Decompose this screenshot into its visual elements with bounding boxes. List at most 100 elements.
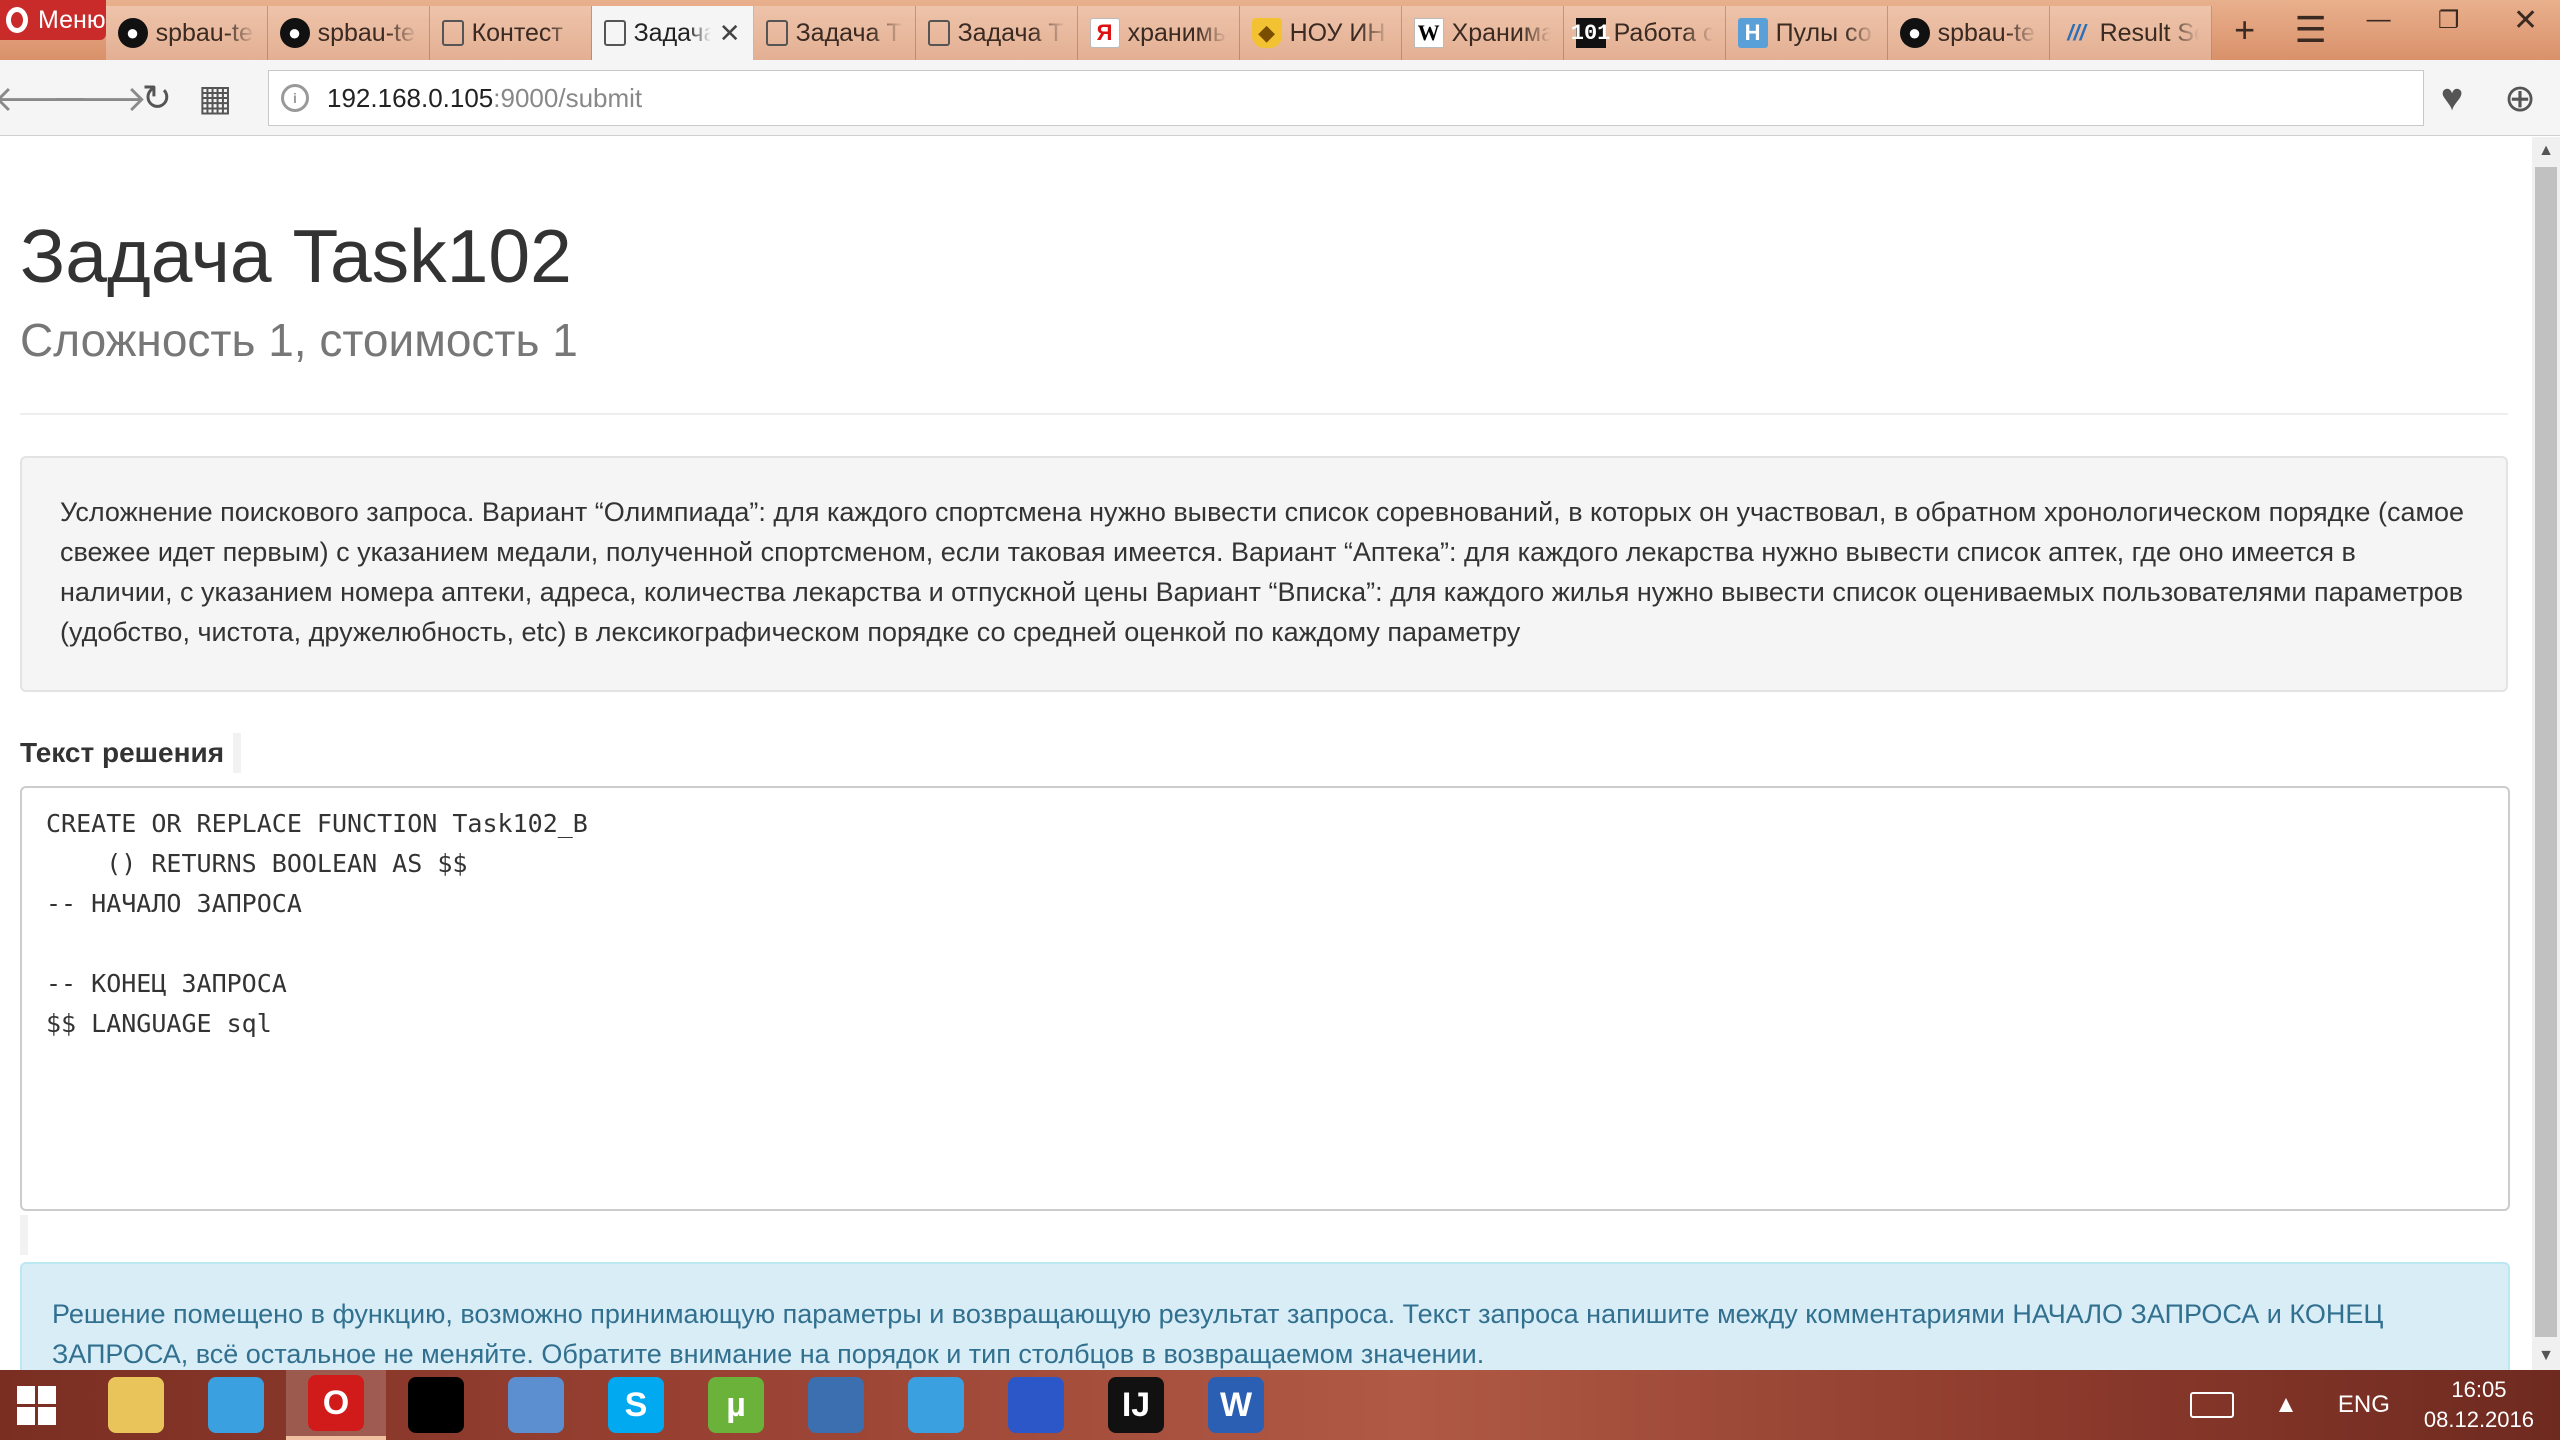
new-tab-icon[interactable]: +: [2212, 0, 2278, 60]
tab-menu-icon[interactable]: ☰: [2278, 0, 2344, 60]
browser-menu-button[interactable]: Меню: [0, 0, 106, 40]
task-description: Усложнение поискового запроса. Вариант “…: [20, 456, 2508, 692]
file-explorer-icon: [108, 1377, 164, 1433]
taskbar-app-windows-logo-app-2[interactable]: [886, 1370, 986, 1440]
show-hidden-icons-icon[interactable]: ▲: [2254, 1391, 2318, 1419]
taskbar-app-terminal[interactable]: [386, 1370, 486, 1440]
tab-6[interactable]: Яхранимы: [1077, 6, 1240, 60]
word-icon: W: [1208, 1377, 1264, 1433]
scroll-up-arrow-icon[interactable]: ▲: [2532, 137, 2560, 165]
language-indicator[interactable]: ENG: [2318, 1391, 2410, 1419]
opera-icon: O: [308, 1375, 364, 1431]
tab-label: НОУ ИН: [1289, 18, 1386, 47]
tab-7[interactable]: ◆ НОУ ИН: [1239, 6, 1402, 60]
tab-3[interactable]: Задача ✕: [591, 6, 754, 60]
taskbar-app-word[interactable]: W: [1186, 1370, 1286, 1440]
url-host: 192.168.0.105: [327, 82, 494, 113]
tab-2[interactable]: Контест: [429, 6, 592, 60]
solution-label: Текст решения: [20, 737, 225, 768]
page-subtitle: Сложность 1, стоимость 1: [20, 314, 578, 366]
tab-label: Контест: [471, 18, 563, 47]
document-icon: [927, 20, 950, 46]
yandex-icon: Я: [1089, 18, 1120, 48]
keyboard-icon[interactable]: [2170, 1392, 2254, 1418]
tab-strip: ● spbau-te ● spbau-te Контест Задача ✕ Задача Т…: [105, 0, 2212, 60]
tab-label: Задача Т: [957, 18, 1064, 47]
opera-logo-icon: [6, 7, 28, 33]
tab-label: spbau-te: [155, 18, 253, 47]
close-tab-icon[interactable]: ✕: [719, 18, 741, 49]
intellij-icon: IJ: [1108, 1377, 1164, 1433]
taskbar-app-intellij[interactable]: IJ: [1086, 1370, 1186, 1440]
github-icon: ●: [117, 18, 148, 48]
tab-label: Работа с: [1613, 18, 1713, 47]
site-info-icon[interactable]: i: [281, 84, 309, 112]
github-icon: ●: [279, 18, 310, 48]
tab-label: хранимы: [1127, 18, 1227, 47]
tab-12[interactable]: /// Result Se: [2049, 6, 2212, 60]
speed-dial-grid-icon[interactable]: ▦: [186, 60, 244, 136]
taskbar-app-file-explorer[interactable]: [86, 1370, 186, 1440]
url-path: :9000/submit: [493, 82, 643, 113]
tab-label: Задача Т: [795, 18, 902, 47]
windows-logo-icon: [16, 1385, 56, 1425]
windows-logo-app-2-icon: [908, 1377, 964, 1433]
download-icon[interactable]: ⊕: [2490, 60, 2550, 136]
menu-label: Меню: [38, 5, 106, 34]
divider: [20, 413, 2508, 415]
tab-0[interactable]: ● spbau-te: [105, 6, 268, 60]
page-content: Задача Task102 Сложность 1, стоимость 1 …: [0, 137, 2532, 1370]
github-icon: ●: [1899, 18, 1930, 48]
eclipse-icon: [1008, 1377, 1064, 1433]
tab-label: Result Se: [2099, 18, 2199, 47]
tab-label: spbau-te: [1937, 18, 2035, 47]
taskbar-app-utorrent[interactable]: µ: [686, 1370, 786, 1440]
taskbar-app-eclipse[interactable]: [986, 1370, 1086, 1440]
browser-tab-bar: Меню ● spbau-te ● spbau-te Контест Задача ✕ Зад…: [0, 0, 2560, 60]
navigation-bar: 🡐 🡒 ↻ ▦ i 192.168.0.105:9000/submit ♥ ⊕: [0, 60, 2560, 136]
tab-label: Хранима: [1451, 18, 1551, 47]
tab-9[interactable]: 101 Работа с: [1563, 6, 1726, 60]
restore-icon[interactable]: ❐: [2414, 0, 2484, 40]
reload-icon[interactable]: ↻: [128, 60, 186, 136]
clock-time: 16:05: [2451, 1377, 2507, 1402]
binary-icon: 101: [1571, 18, 1610, 48]
taskbar-app-opera[interactable]: O: [286, 1370, 386, 1440]
label-stub: [233, 733, 241, 773]
document-icon: [441, 20, 464, 46]
windows-logo-app-icon: [208, 1377, 264, 1433]
tab-8[interactable]: W Хранима: [1401, 6, 1564, 60]
start-button[interactable]: [0, 1370, 72, 1440]
taskbar-app-skype[interactable]: S: [586, 1370, 686, 1440]
document-icon: [603, 20, 626, 46]
scroll-thumb[interactable]: [2535, 167, 2557, 1337]
page-scrollbar[interactable]: ▲ ▼: [2532, 137, 2560, 1370]
tab-10[interactable]: H Пулы со: [1725, 6, 1888, 60]
tab-11[interactable]: ● spbau-te: [1887, 6, 2050, 60]
tab-4[interactable]: Задача Т: [753, 6, 916, 60]
heart-icon[interactable]: ♥: [2422, 60, 2482, 136]
tab-1[interactable]: ● spbau-te: [267, 6, 430, 60]
taskbar-apps: O Sµ IJ W: [86, 1370, 1286, 1440]
taskbar-app-control-panel[interactable]: [486, 1370, 586, 1440]
clock[interactable]: 16:05 08.12.2016: [2410, 1375, 2560, 1435]
taskbar-app-virtualbox[interactable]: [786, 1370, 886, 1440]
control-panel-icon: [508, 1377, 564, 1433]
stripes-icon: ///: [2067, 20, 2086, 45]
textarea-stub: [20, 1215, 28, 1255]
h-icon: H: [1737, 18, 1768, 48]
minimize-icon[interactable]: —: [2344, 0, 2414, 40]
scroll-down-arrow-icon[interactable]: ▼: [2532, 1342, 2560, 1370]
tab-label: Пулы со: [1775, 18, 1872, 47]
shield-icon: ◆: [1251, 18, 1282, 48]
virtualbox-icon: [808, 1377, 864, 1433]
windows-taskbar: O Sµ IJ W ▲ ENG 16:05 08.12.2016: [0, 1370, 2560, 1440]
tab-5[interactable]: Задача Т: [915, 6, 1078, 60]
solution-textarea[interactable]: CREATE OR REPLACE FUNCTION Task102_B () …: [20, 786, 2510, 1211]
window-close-icon[interactable]: ✕: [2484, 0, 2560, 40]
address-bar[interactable]: i 192.168.0.105:9000/submit: [268, 70, 2424, 126]
clock-date: 08.12.2016: [2423, 1407, 2534, 1432]
forward-arrow-icon[interactable]: 🡒: [51, 60, 148, 136]
utorrent-icon: µ: [708, 1377, 764, 1433]
taskbar-app-windows-logo-app[interactable]: [186, 1370, 286, 1440]
